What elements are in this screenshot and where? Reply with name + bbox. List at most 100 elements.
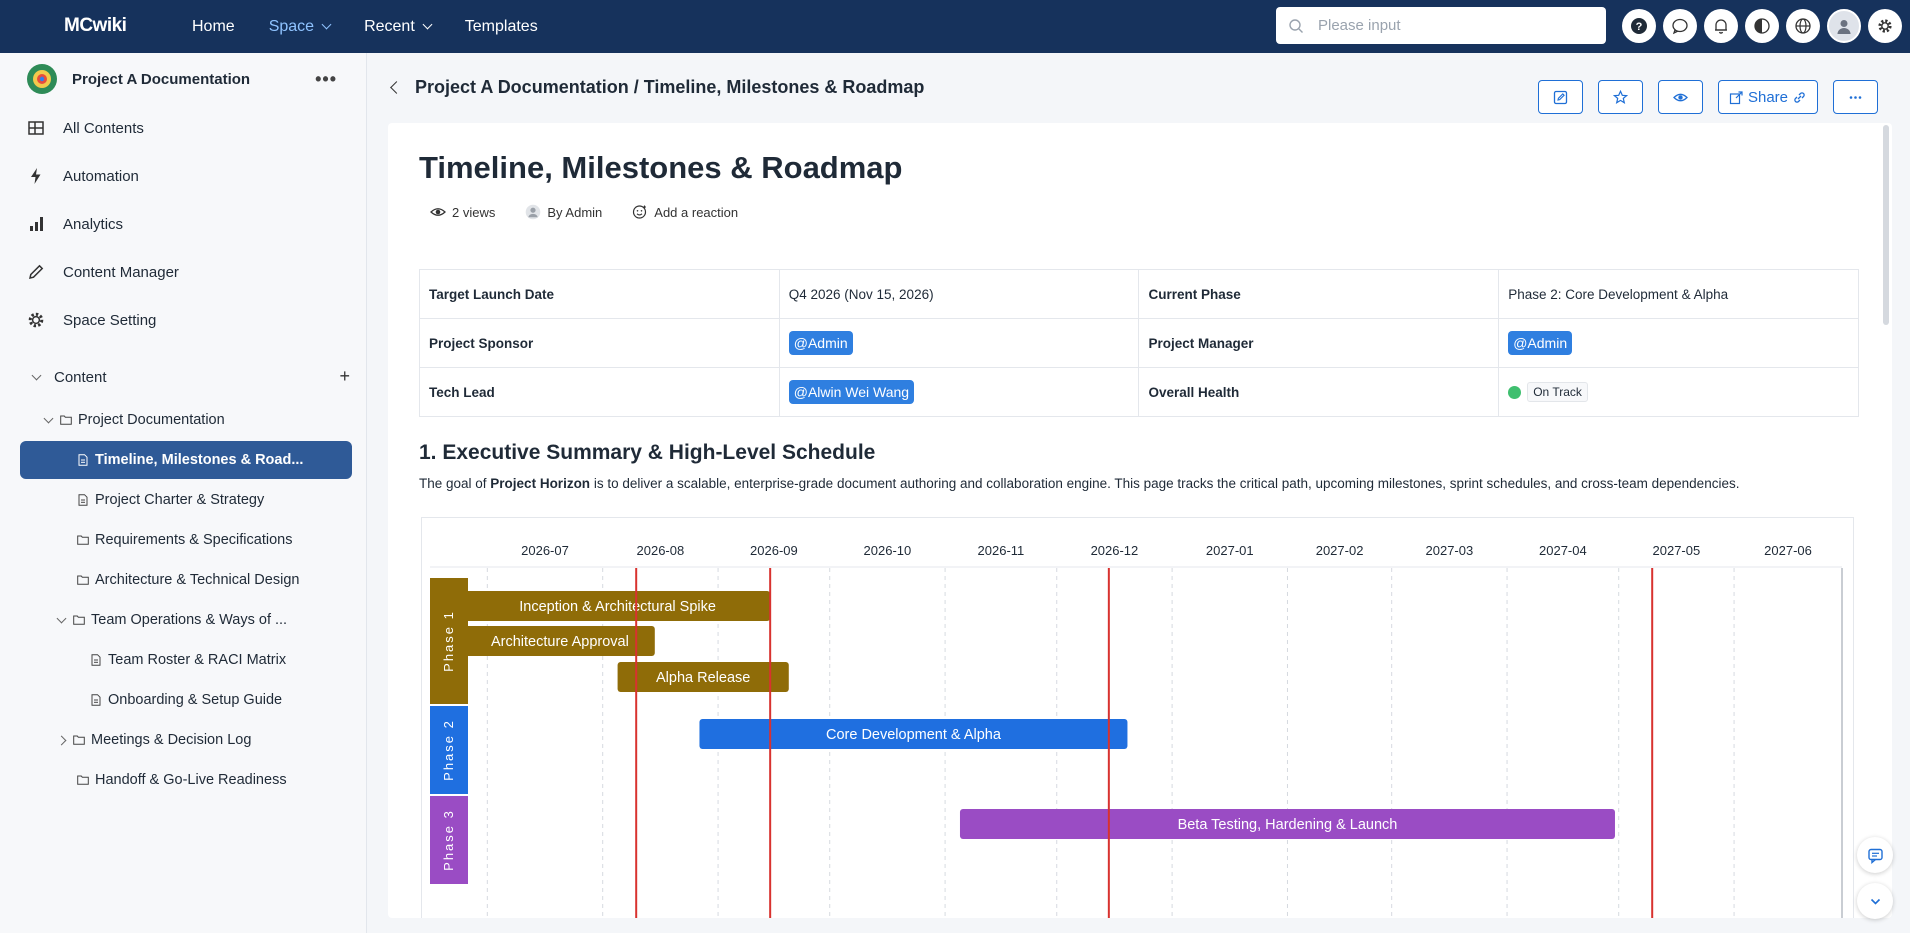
- views-label: 2 views: [452, 204, 496, 220]
- nav-templates[interactable]: Templates: [465, 18, 538, 36]
- add-reaction[interactable]: Add a reaction: [632, 204, 738, 220]
- scrollbar-thumb[interactable]: [1883, 125, 1889, 325]
- tree-item-project-charter[interactable]: Project Charter & Strategy: [20, 480, 352, 520]
- menu-content-manager[interactable]: Content Manager: [27, 248, 347, 296]
- search-box: [1276, 7, 1606, 44]
- month-tick-label: 2027-04: [1539, 543, 1587, 558]
- space-name: Project A Documentation: [72, 70, 251, 88]
- user-icon: [526, 204, 541, 220]
- gear-icon: [1878, 19, 1892, 33]
- tree-label: Handoff & Go-Live Readiness: [95, 772, 287, 788]
- menu-all-contents[interactable]: All Contents: [27, 104, 347, 152]
- property-value-cell: @Admin: [778, 318, 1140, 368]
- user-icon: [1837, 20, 1851, 34]
- property-label: Target Launch Date: [419, 269, 780, 319]
- author[interactable]: By Admin: [525, 204, 602, 220]
- property-value: Q4 2026 (Nov 15, 2026): [778, 269, 1140, 319]
- notifications-button[interactable]: [1704, 9, 1738, 43]
- tree-item-team-roster[interactable]: Team Roster & RACI Matrix: [20, 640, 352, 680]
- phase-label: Phase 2: [441, 719, 456, 781]
- nav-space-label: Space: [268, 17, 315, 35]
- tree-item-meetings[interactable]: Meetings & Decision Log: [20, 720, 352, 760]
- folder-icon: [73, 615, 85, 625]
- settings-button[interactable]: [1868, 9, 1902, 43]
- gantt-svg: 2026-07 2026-08 2026-09 2026-10 2026-11 2026-…: [430, 543, 1843, 918]
- language-button[interactable]: [1786, 9, 1820, 43]
- mention-chip[interactable]: @Admin: [788, 331, 853, 355]
- task-label: Alpha Release: [656, 670, 750, 686]
- property-value-cell: @Alwin Wei Wang: [778, 367, 1140, 417]
- chat-button[interactable]: [1663, 9, 1697, 43]
- tree-item-architecture[interactable]: Architecture & Technical Design: [20, 560, 352, 600]
- content-section-header[interactable]: Content +: [30, 364, 350, 390]
- user-avatar[interactable]: [1827, 9, 1861, 43]
- scroll-down-button[interactable]: [1857, 883, 1893, 919]
- menu-automation[interactable]: Automation: [27, 152, 347, 200]
- chevron-down-icon[interactable]: [55, 613, 67, 624]
- edit-button[interactable]: [1537, 80, 1583, 114]
- project-properties-table: Target Launch Date Q4 2026 (Nov 15, 2026…: [419, 269, 1859, 417]
- property-value-cell: @Admin: [1498, 318, 1859, 368]
- section-heading: 1. Executive Summary & High-Level Schedu…: [419, 441, 876, 464]
- task-label: Inception & Architectural Spike: [519, 599, 716, 615]
- more-icon[interactable]: •••: [315, 69, 337, 90]
- menu-label: Space Setting: [63, 311, 157, 329]
- menu-label: Automation: [63, 167, 139, 185]
- more-button[interactable]: [1833, 80, 1878, 114]
- property-label: Project Sponsor: [419, 318, 780, 368]
- space-header[interactable]: Project A Documentation •••: [27, 63, 357, 95]
- tree-item-requirements[interactable]: Requirements & Specifications: [20, 520, 352, 560]
- month-tick-label: 2027-02: [1316, 543, 1364, 558]
- reaction-label: Add a reaction: [654, 204, 739, 220]
- table-icon: [28, 121, 44, 135]
- scrollbar[interactable]: [1880, 123, 1892, 918]
- star-icon: [1612, 89, 1628, 104]
- watch-button[interactable]: [1657, 80, 1703, 114]
- tree-label: Team Operations & Ways of ...: [91, 612, 288, 628]
- nav-space[interactable]: Space: [268, 17, 332, 36]
- author-label: By Admin: [547, 204, 603, 220]
- space-logo-icon: [27, 64, 57, 94]
- mention-chip[interactable]: @Admin: [1508, 331, 1573, 355]
- property-label: Tech Lead: [419, 367, 780, 417]
- chevron-down-icon: [321, 19, 332, 30]
- menu-space-setting[interactable]: Space Setting: [27, 296, 347, 344]
- month-tick-label: 2026-09: [750, 543, 798, 558]
- eye-icon: [1673, 93, 1688, 101]
- content-label: Content: [54, 368, 107, 386]
- phase-label: Phase 1: [441, 610, 456, 672]
- mention-chip[interactable]: @Alwin Wei Wang: [788, 380, 915, 404]
- chevron-down-icon[interactable]: [42, 413, 54, 424]
- property-value: Phase 2: Core Development & Alpha: [1498, 269, 1859, 319]
- back-icon[interactable]: [390, 81, 403, 94]
- eye-icon: [430, 208, 446, 216]
- search-input[interactable]: [1318, 17, 1598, 34]
- month-tick-label: 2027-06: [1764, 543, 1812, 558]
- comments-button[interactable]: [1857, 837, 1893, 873]
- tree-item-project-documentation[interactable]: Project Documentation: [20, 400, 352, 440]
- menu-label: All Contents: [63, 119, 144, 137]
- nav-recent[interactable]: Recent: [364, 18, 433, 36]
- gantt-chart: 2026-07 2026-08 2026-09 2026-10 2026-11 2026-…: [421, 517, 1854, 918]
- menu-analytics[interactable]: Analytics: [27, 200, 347, 248]
- app-logo[interactable]: MCwiki: [64, 15, 127, 37]
- theme-button[interactable]: [1745, 9, 1779, 43]
- help-button[interactable]: ?: [1622, 9, 1656, 43]
- search-icon: [1289, 18, 1303, 33]
- share-label: Share: [1747, 88, 1788, 106]
- favorite-button[interactable]: [1597, 80, 1643, 114]
- tree-item-team-operations[interactable]: Team Operations & Ways of ...: [20, 600, 352, 640]
- add-content-icon[interactable]: +: [339, 366, 350, 387]
- top-icons: ?: [1622, 9, 1902, 43]
- chevron-right-icon[interactable]: [55, 735, 67, 745]
- tree-item-onboarding[interactable]: Onboarding & Setup Guide: [20, 680, 352, 720]
- folder-icon: [77, 575, 89, 585]
- task-label: Beta Testing, Hardening & Launch: [1178, 817, 1398, 833]
- document-icon: [91, 654, 101, 666]
- share-button[interactable]: Share: [1717, 80, 1818, 114]
- summary-bold: Project Horizon: [490, 476, 591, 491]
- nav-home[interactable]: Home: [192, 18, 235, 36]
- tree-item-timeline-milestones-roadmap[interactable]: Timeline, Milestones & Road...: [20, 441, 352, 479]
- status-badge: On Track: [1527, 382, 1588, 402]
- tree-item-handoff[interactable]: Handoff & Go-Live Readiness: [20, 760, 352, 800]
